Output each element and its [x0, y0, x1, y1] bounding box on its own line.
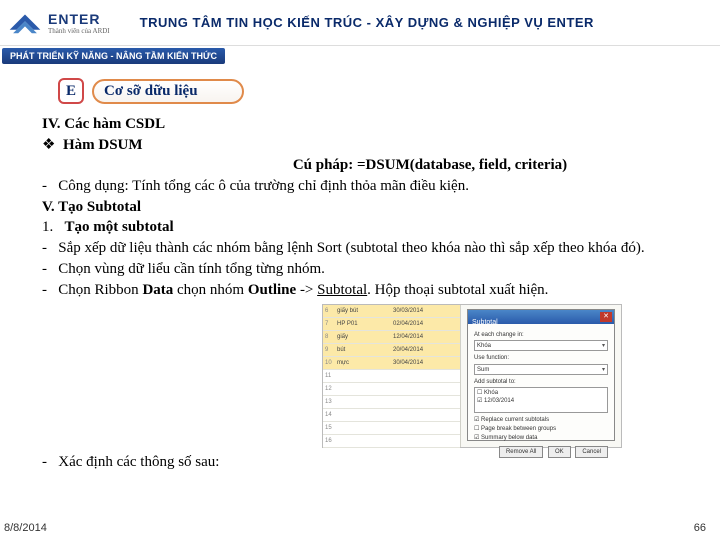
- bullet-ribbon: - Chọn Ribbon Data chọn nhóm Outline -> …: [42, 280, 678, 301]
- label-function: Use function:: [474, 354, 608, 362]
- header-title: TRUNG TÂM TIN HỌC KIẾN TRÚC - XÂY DỰNG &…: [140, 15, 594, 30]
- section-title: Cơ sỡ dữu liệu: [92, 79, 244, 104]
- subtotal-dialog: Subtotal ✕ At each change in: Khóa Use f…: [467, 309, 615, 441]
- table-row: 10mực30/04/2014: [323, 357, 460, 370]
- table-row: 11: [323, 370, 460, 383]
- table-row: 16: [323, 435, 460, 448]
- list-addto[interactable]: ☐ Khóa ☑ 12/03/2014: [474, 387, 608, 413]
- dialog-area: Subtotal ✕ At each change in: Khóa Use f…: [461, 305, 621, 447]
- table-row: 7HP P0102/04/2014: [323, 318, 460, 331]
- dialog-body: At each change in: Khóa Use function: Su…: [468, 324, 614, 462]
- list-item[interactable]: ☐ Khóa: [477, 389, 605, 397]
- table-row: 14: [323, 409, 460, 422]
- heading-iv: IV. Các hàm CSDL: [42, 114, 678, 135]
- bullet-sort: - Sắp xếp dữ liệu thành các nhóm bằng lệ…: [42, 238, 678, 259]
- footer: 8/8/2014 66: [0, 522, 720, 534]
- logo-icon: [8, 9, 42, 37]
- spreadsheet-preview: 6giấy bút30/03/20147HP P0102/04/20148giấ…: [323, 305, 461, 447]
- table-row: 13: [323, 396, 460, 409]
- usage-text: Công dụng: Tính tổng các ô của trường ch…: [58, 178, 469, 194]
- label-change: At each change in:: [474, 331, 608, 339]
- table-row: 15: [323, 422, 460, 435]
- bullet-sort-text: Sắp xếp dữ liệu thành các nhóm bằng lệnh…: [58, 240, 644, 256]
- content-body: IV. Các hàm CSDL ❖ Hàm DSUM Cú pháp: =DS…: [0, 114, 720, 473]
- list-item[interactable]: ☑ 12/03/2014: [477, 397, 605, 405]
- tagline-band: PHÁT TRIỂN KỸ NĂNG - NÂNG TẦM KIẾN THỨC: [2, 48, 225, 64]
- brand-subtitle: Thành viên của ARDI: [48, 27, 110, 35]
- table-row: 8giấy12/04/2014: [323, 331, 460, 344]
- dsum-item: ❖ Hàm DSUM: [42, 135, 678, 156]
- b3f: Subtotal: [317, 282, 367, 298]
- bullet-select-text: Chọn vùng dữ liểu cần tính tổng từng nhó…: [58, 261, 325, 277]
- section-letter: E: [58, 78, 84, 104]
- select-function[interactable]: Sum: [474, 364, 608, 375]
- b3e: ->: [296, 282, 317, 298]
- b3d: Outline: [248, 282, 296, 298]
- step-1: 1. Tạo một subtotal: [42, 217, 678, 238]
- check-replace[interactable]: ☑ Replace current subtotals: [474, 416, 608, 425]
- bullet-select: - Chọn vùng dữ liểu cần tính tổng từng n…: [42, 259, 678, 280]
- remove-all-button[interactable]: Remove All: [499, 446, 543, 458]
- footer-date: 8/8/2014: [4, 522, 47, 534]
- label-addto: Add subtotal to:: [474, 378, 608, 386]
- brand-name: ENTER: [48, 11, 110, 27]
- dialog-title-text: Subtotal: [468, 319, 498, 326]
- select-change[interactable]: Khóa: [474, 340, 608, 351]
- b3g: . Hộp thoại subtotal xuất hiện.: [367, 282, 548, 298]
- section-badge: E Cơ sỡ dữu liệu: [58, 78, 720, 104]
- step-1-text: Tạo một subtotal: [65, 219, 174, 235]
- cancel-button[interactable]: Cancel: [575, 446, 608, 458]
- close-icon[interactable]: ✕: [600, 312, 612, 322]
- dsum-label: Hàm DSUM: [63, 137, 143, 153]
- logo-area: ENTER Thành viên của ARDI: [8, 9, 110, 37]
- page-number: 66: [694, 522, 706, 534]
- check-pagebreak[interactable]: ☐ Page break between groups: [474, 425, 608, 434]
- table-row: 9bút20/04/2014: [323, 344, 460, 357]
- b3a: Chọn Ribbon: [58, 282, 142, 298]
- check-summary[interactable]: ☑ Summary below data: [474, 434, 608, 443]
- header: ENTER Thành viên của ARDI TRUNG TÂM TIN …: [0, 0, 720, 46]
- ok-button[interactable]: OK: [548, 446, 571, 458]
- table-row: 6giấy bút30/03/2014: [323, 305, 460, 318]
- b3c: chọn nhóm: [173, 282, 248, 298]
- bullet-params-text: Xác định các thông số sau:: [58, 454, 219, 470]
- dsum-syntax: Cú pháp: =DSUM(database, field, criteria…: [42, 155, 678, 176]
- dsum-usage: - Công dụng: Tính tổng các ô của trường …: [42, 176, 678, 197]
- table-row: 12: [323, 383, 460, 396]
- subtotal-figure: 6giấy bút30/03/20147HP P0102/04/20148giấ…: [322, 304, 622, 448]
- heading-v: V. Tạo Subtotal: [42, 197, 678, 218]
- b3b: Data: [142, 282, 173, 298]
- dialog-titlebar: Subtotal ✕: [468, 310, 614, 324]
